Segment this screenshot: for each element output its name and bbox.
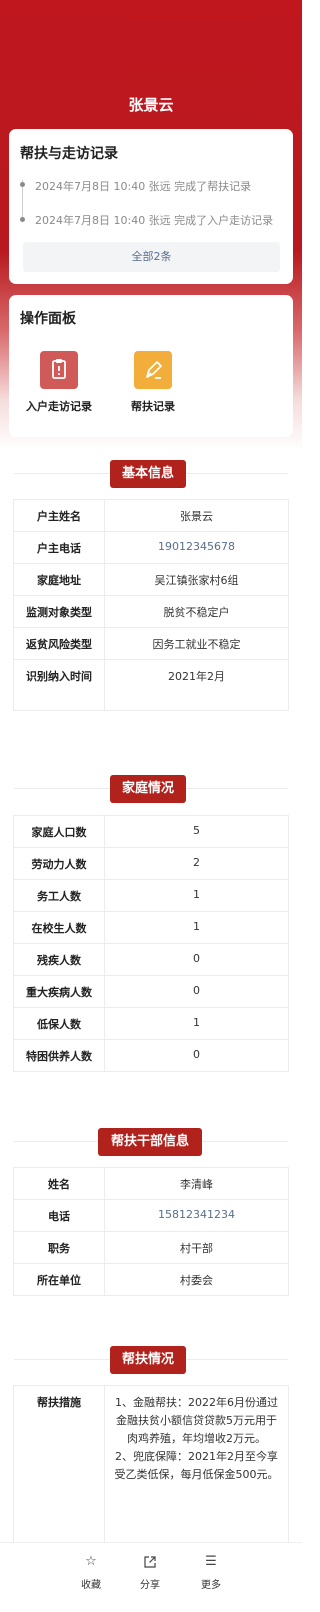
table-row: 劳动力人数 2 (13, 847, 289, 880)
table-row: 职务 村干部 (13, 1231, 289, 1264)
assistance-table: 帮扶措施 1、金融帮扶：2022年6月份通过金融扶贫小额信贷贷款5万元用于肉鸡养… (13, 1385, 289, 1546)
field-label: 户主姓名 (13, 499, 105, 532)
menu-icon: ☰ (205, 1554, 217, 1569)
field-label: 家庭地址 (13, 563, 105, 596)
timeline-dot (20, 217, 25, 222)
field-value: 李清峰 (104, 1167, 289, 1200)
table-row: 务工人数 1 (13, 879, 289, 912)
record-item[interactable]: 2024年7月8日 10:40 张远 完成了入户走访记录 (35, 212, 273, 228)
table-row: 重大疾病人数 0 (13, 975, 289, 1008)
field-value: 1 (104, 879, 289, 912)
bottom-action-bar: ☆ 收藏 分享 ☰ 更多 (0, 1542, 302, 1612)
field-label: 家庭人口数 (13, 815, 105, 848)
field-label: 识别纳入时间 (13, 659, 105, 711)
section-title: 基本信息 (110, 460, 186, 488)
section-title: 家庭情况 (110, 775, 186, 803)
field-value: 脱贫不稳定户 (104, 595, 289, 628)
table-row: 识别纳入时间 2021年2月 (13, 659, 289, 711)
field-label: 在校生人数 (13, 911, 105, 944)
field-value: 1、金融帮扶：2022年6月份通过金融扶贫小额信贷贷款5万元用于肉鸡养殖，年均增… (104, 1385, 289, 1546)
field-value: 0 (104, 1039, 289, 1072)
records-card: 帮扶与走访记录 2024年7月8日 10:40 张远 完成了帮扶记录 2024年… (9, 129, 293, 284)
assistance-record-label: 帮扶记录 (131, 400, 175, 413)
field-label: 职务 (13, 1231, 105, 1264)
field-label: 帮扶措施 (13, 1385, 105, 1546)
pen-icon (134, 351, 172, 389)
table-row: 监测对象类型 脱贫不稳定户 (13, 595, 289, 628)
field-value: 因务工就业不稳定 (104, 627, 289, 660)
visit-record-label: 入户走访记录 (26, 400, 92, 413)
field-label: 低保人数 (13, 1007, 105, 1040)
field-label: 返贫风险类型 (13, 627, 105, 660)
operations-card: 操作面板 入户走访记录 帮扶记录 (9, 295, 293, 437)
field-value: 张景云 (104, 499, 289, 532)
assistance-record-button[interactable]: 帮扶记录 (113, 351, 193, 414)
records-card-title: 帮扶与走访记录 (20, 146, 118, 162)
share-icon (128, 1553, 172, 1571)
field-label: 所在单位 (13, 1263, 105, 1296)
section-header-basic-info: 基本信息 (0, 460, 302, 488)
record-item[interactable]: 2024年7月8日 10:40 张远 完成了帮扶记录 (35, 178, 251, 194)
field-label: 劳动力人数 (13, 847, 105, 880)
table-row: 低保人数 1 (13, 1007, 289, 1040)
operations-card-title: 操作面板 (20, 311, 76, 327)
field-value: 村干部 (104, 1231, 289, 1264)
family-table: 家庭人口数 5 劳动力人数 2 务工人数 1 在校生人数 1 残疾人数 0 重大疾病人数 0… (13, 815, 289, 1072)
share-button[interactable]: 分享 (128, 1553, 172, 1591)
field-label: 监测对象类型 (13, 595, 105, 628)
field-label: 姓名 (13, 1167, 105, 1200)
timeline-dot (20, 182, 25, 187)
star-icon: ☆ (85, 1554, 97, 1569)
section-title: 帮扶干部信息 (98, 1128, 202, 1156)
field-label: 电话 (13, 1199, 105, 1232)
visit-record-button[interactable]: 入户走访记录 (19, 351, 99, 414)
table-row: 家庭人口数 5 (13, 815, 289, 848)
assistance-measure-1: 1、金融帮扶：2022年6月份通过金融扶贫小额信贷贷款5万元用于肉鸡养殖，年均增… (115, 1396, 278, 1445)
field-label: 重大疾病人数 (13, 975, 105, 1008)
table-row: 户主姓名 张景云 (13, 499, 289, 532)
field-value: 2021年2月 (104, 659, 289, 711)
cadre-table: 姓名 李清峰 电话 15812341234 职务 村干部 所在单位 村委会 (13, 1167, 289, 1296)
phone-link[interactable]: 15812341234 (104, 1199, 289, 1232)
table-row: 电话 15812341234 (13, 1199, 289, 1232)
field-value: 村委会 (104, 1263, 289, 1296)
table-row: 家庭地址 吴江镇张家村6组 (13, 563, 289, 596)
table-row: 特困供养人数 0 (13, 1039, 289, 1072)
favorite-label: 收藏 (81, 1580, 101, 1591)
section-header-assistance: 帮扶情况 (0, 1346, 302, 1374)
field-value: 1 (104, 911, 289, 944)
field-value: 2 (104, 847, 289, 880)
field-label: 户主电话 (13, 531, 105, 564)
table-row: 在校生人数 1 (13, 911, 289, 944)
field-value: 吴江镇张家村6组 (104, 563, 289, 596)
more-label: 更多 (201, 1580, 221, 1591)
table-row: 帮扶措施 1、金融帮扶：2022年6月份通过金融扶贫小额信贷贷款5万元用于肉鸡养… (13, 1385, 289, 1546)
table-row: 返贫风险类型 因务工就业不稳定 (13, 627, 289, 660)
share-label: 分享 (140, 1580, 160, 1591)
section-header-cadre: 帮扶干部信息 (0, 1128, 302, 1156)
field-value: 1 (104, 1007, 289, 1040)
phone-link[interactable]: 19012345678 (104, 531, 289, 564)
table-row: 姓名 李清峰 (13, 1167, 289, 1200)
table-row: 残疾人数 0 (13, 943, 289, 976)
clipboard-icon (40, 351, 78, 389)
field-label: 特困供养人数 (13, 1039, 105, 1072)
field-value: 0 (104, 975, 289, 1008)
basic-info-table: 户主姓名 张景云 户主电话 19012345678 家庭地址 吴江镇张家村6组 监测对… (13, 499, 289, 711)
section-header-family: 家庭情况 (0, 775, 302, 803)
view-all-records-button[interactable]: 全部2条 (23, 242, 280, 272)
table-row: 户主电话 19012345678 (13, 531, 289, 564)
section-title: 帮扶情况 (110, 1346, 186, 1374)
field-value: 5 (104, 815, 289, 848)
assistance-measure-2: 2、兜底保障：2021年2月至今享受乙类低保，每月低保金500元。 (114, 1450, 279, 1481)
table-row: 所在单位 村委会 (13, 1263, 289, 1296)
more-button[interactable]: ☰ 更多 (189, 1553, 233, 1591)
favorite-button[interactable]: ☆ 收藏 (69, 1553, 113, 1591)
field-label: 残疾人数 (13, 943, 105, 976)
field-value: 0 (104, 943, 289, 976)
field-label: 务工人数 (13, 879, 105, 912)
page-title: 张景云 (128, 96, 174, 114)
